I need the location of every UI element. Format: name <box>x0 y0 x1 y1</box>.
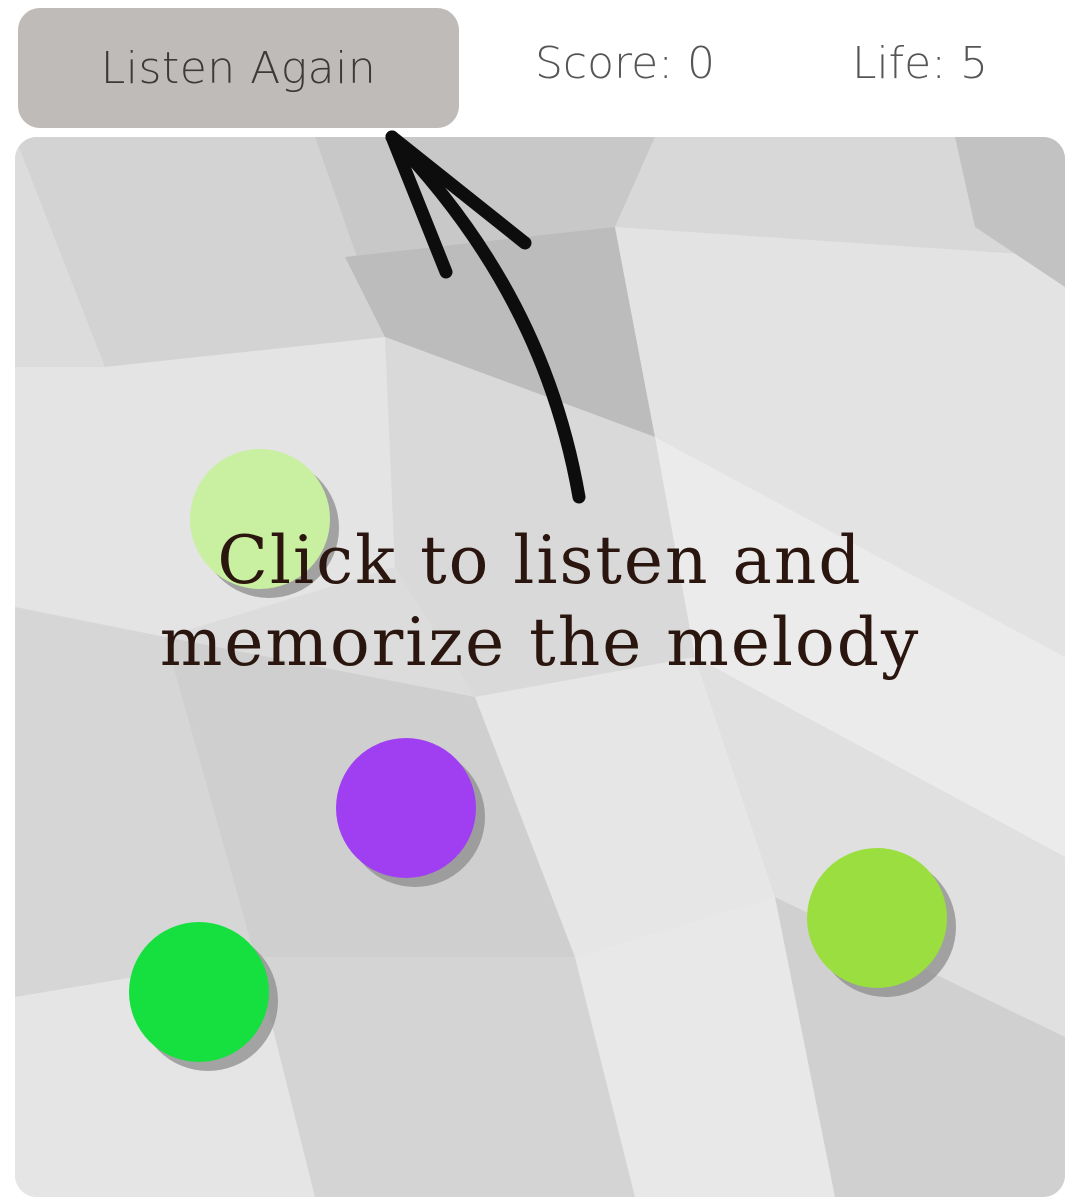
game-board: Click to listen and memorize the melody <box>15 137 1065 1197</box>
pad-lime[interactable] <box>807 848 947 988</box>
listen-again-button[interactable]: Listen Again <box>18 8 459 128</box>
top-bar: Listen Again Score: 0 Life: 5 <box>0 0 1080 135</box>
pad-green[interactable] <box>129 922 269 1062</box>
pad-purple[interactable] <box>336 738 476 878</box>
score-display: Score: 0 <box>534 38 716 89</box>
pad-light-green[interactable] <box>190 449 330 589</box>
life-display: Life: 5 <box>851 38 989 89</box>
